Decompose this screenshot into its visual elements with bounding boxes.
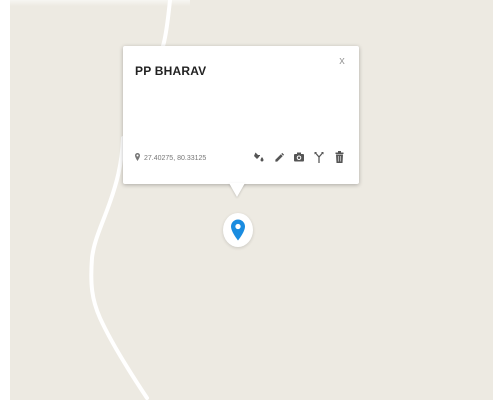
coordinates-text: 27.40275, 80.33125 [144, 154, 207, 162]
popup-title: PP BHARAV [135, 64, 207, 78]
popup-actions [253, 150, 345, 164]
popup-pointer [229, 183, 245, 197]
camera-icon[interactable] [293, 150, 305, 164]
trash-icon[interactable] [333, 150, 345, 164]
location-popup: PP BHARAV x 27.40275, 80.33125 [123, 46, 359, 184]
paint-bucket-icon[interactable] [253, 150, 265, 164]
coordinates: 27.40275, 80.33125 [135, 153, 206, 163]
route-fork-icon[interactable] [313, 150, 325, 164]
location-pin-icon [231, 219, 245, 241]
map-marker[interactable] [223, 213, 253, 247]
pencil-icon[interactable] [273, 150, 285, 164]
close-button[interactable]: x [335, 54, 349, 68]
pin-icon [135, 153, 140, 163]
